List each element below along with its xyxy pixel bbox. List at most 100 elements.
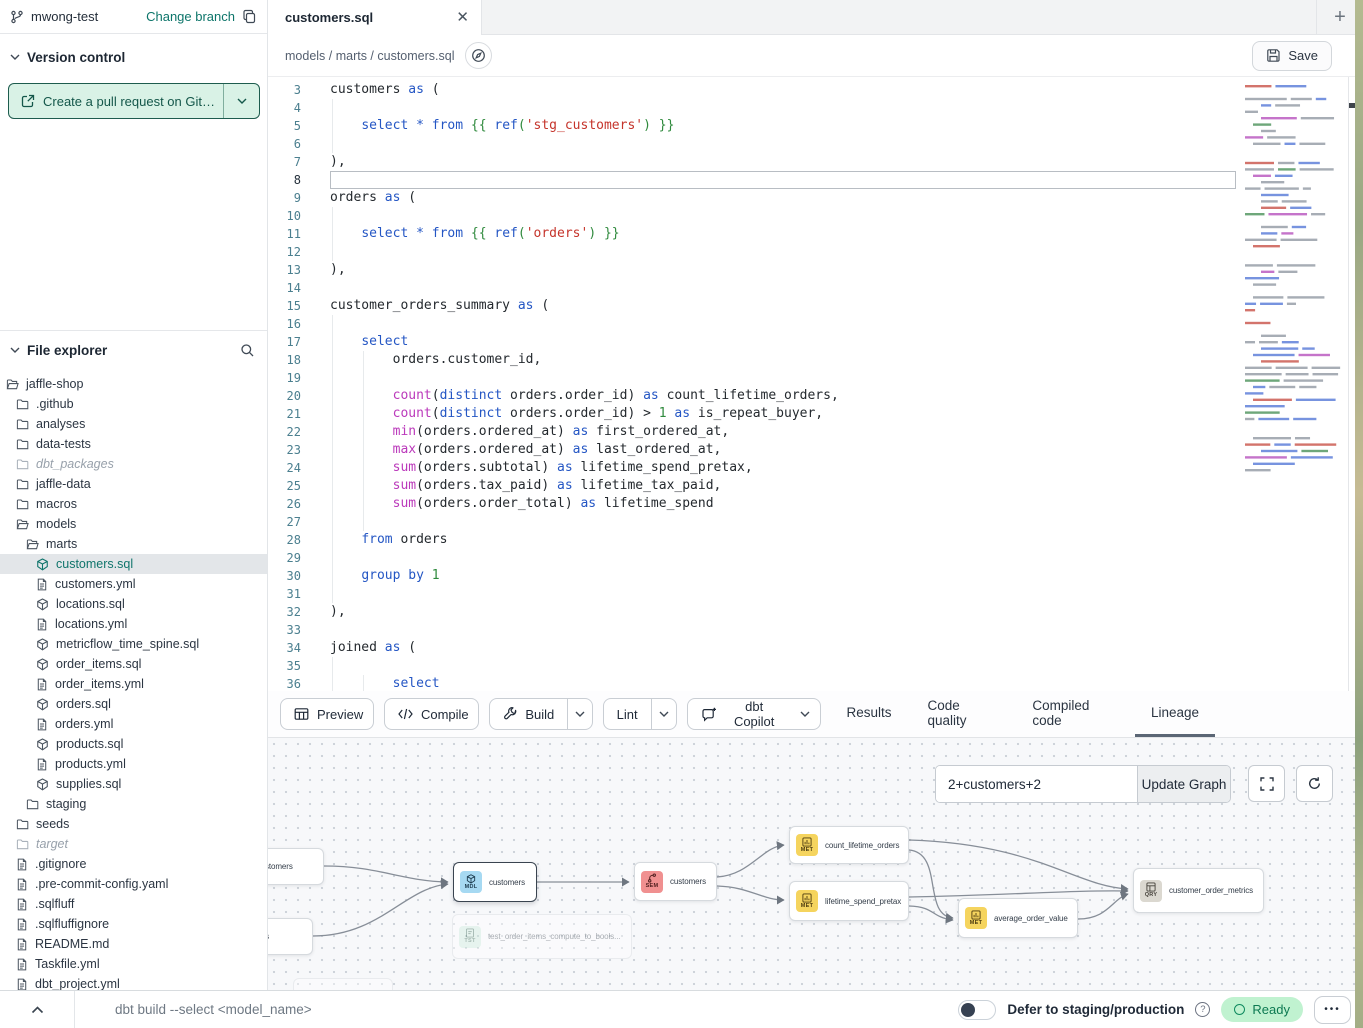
code-line[interactable]: 20 count(distinct orders.order_id) as co… — [268, 387, 1363, 405]
lineage-node-orders[interactable]: MDLorders — [268, 918, 313, 955]
file-tree-item[interactable]: .github — [0, 394, 267, 414]
file-tree-item[interactable]: metricflow_time_spine.sql — [0, 634, 267, 654]
build-dropdown[interactable] — [567, 699, 591, 729]
code-line[interactable]: 15customer_orders_summary as ( — [268, 297, 1363, 315]
code-line[interactable]: 27 — [268, 513, 1363, 531]
code-line[interactable]: 19 — [268, 369, 1363, 387]
code-line[interactable]: 16 — [268, 315, 1363, 333]
code-line[interactable]: 30 group by 1 — [268, 567, 1363, 585]
code-line[interactable]: 18 orders.customer_id, — [268, 351, 1363, 369]
compass-icon[interactable] — [465, 42, 492, 69]
code-line[interactable]: 29 — [268, 549, 1363, 567]
code-line[interactable]: 11 select * from {{ ref('orders') }} — [268, 225, 1363, 243]
file-tree-item[interactable]: locations.sql — [0, 594, 267, 614]
code-line[interactable]: 9orders as ( — [268, 189, 1363, 207]
compile-button[interactable]: Compile — [384, 698, 479, 730]
code-line[interactable]: 22 min(orders.ordered_at) as first_order… — [268, 423, 1363, 441]
file-tree-item[interactable]: dbt_packages — [0, 454, 267, 474]
file-tree-item[interactable]: .gitignore — [0, 854, 267, 874]
file-tree-item[interactable]: seeds — [0, 814, 267, 834]
lineage-node-lifetime_spend_pretax[interactable]: METlifetime_spend_pretax — [789, 881, 909, 921]
file-tree-item[interactable]: products.yml — [0, 754, 267, 774]
tab-customers-sql[interactable]: customers.sql ✕ — [268, 0, 482, 35]
file-tree-item[interactable]: orders.yml — [0, 714, 267, 734]
file-tree-item[interactable]: marts — [0, 534, 267, 554]
minimap[interactable] — [1243, 81, 1347, 581]
code-line[interactable]: 8 — [268, 171, 1363, 189]
code-line[interactable]: 23 max(orders.ordered_at) as last_ordere… — [268, 441, 1363, 459]
file-tree-item[interactable]: staging — [0, 794, 267, 814]
code-line[interactable]: 32), — [268, 603, 1363, 621]
create-pr-dropdown[interactable] — [223, 84, 259, 118]
panel-tab-results[interactable]: Results — [831, 691, 908, 737]
file-tree-item[interactable]: Taskfile.yml — [0, 954, 267, 974]
dbt-copilot-button[interactable]: dbt Copilot — [687, 698, 820, 730]
file-tree-item[interactable]: supplies.sql — [0, 774, 267, 794]
code-line[interactable]: 28 from orders — [268, 531, 1363, 549]
code-line[interactable]: 24 sum(orders.subtotal) as lifetime_spen… — [268, 459, 1363, 477]
file-tree-item[interactable]: analyses — [0, 414, 267, 434]
change-branch-link[interactable]: Change branch — [146, 9, 235, 24]
chevron-down-icon[interactable] — [10, 54, 20, 61]
file-tree-item[interactable]: jaffle-shop — [0, 374, 267, 394]
lineage-node-stg_customers[interactable]: MDLstg_customers — [268, 848, 324, 885]
code-line[interactable]: 10 — [268, 207, 1363, 225]
lineage-panel[interactable]: MDLstg_customersMDLordersMDLcustomersTST… — [268, 738, 1363, 990]
help-icon[interactable]: ? — [1195, 1002, 1210, 1017]
file-tree-item[interactable]: models — [0, 514, 267, 534]
file-tree-item[interactable]: README.md — [0, 934, 267, 954]
panel-tab-lineage[interactable]: Lineage — [1135, 691, 1215, 737]
file-tree-item[interactable]: .pre-commit-config.yaml — [0, 874, 267, 894]
code-line[interactable]: 6 — [268, 135, 1363, 153]
code-line[interactable]: 26 sum(orders.order_total) as lifetime_s… — [268, 495, 1363, 513]
lineage-node-count_lifetime_orders[interactable]: METcount_lifetime_orders — [789, 826, 909, 864]
file-tree-item[interactable]: macros — [0, 494, 267, 514]
copy-icon[interactable] — [242, 9, 257, 24]
refresh-icon[interactable] — [1296, 765, 1333, 802]
file-tree-item[interactable]: locations.yml — [0, 614, 267, 634]
code-line[interactable]: 13), — [268, 261, 1363, 279]
code-line[interactable]: 17 select — [268, 333, 1363, 351]
code-line[interactable]: 25 sum(orders.tax_paid) as lifetime_tax_… — [268, 477, 1363, 495]
command-input[interactable]: dbt build --select <model_name> — [115, 1002, 958, 1017]
copilot-dropdown[interactable] — [796, 699, 819, 729]
file-tree-item[interactable]: order_items.yml — [0, 674, 267, 694]
create-pr-button[interactable]: Create a pull request on Git… — [8, 83, 260, 119]
code-line[interactable]: 5 select * from {{ ref('stg_customers') … — [268, 117, 1363, 135]
code-line[interactable]: 33 — [268, 621, 1363, 639]
code-line[interactable]: 14 — [268, 279, 1363, 297]
file-tree-item[interactable]: customers.yml — [0, 574, 267, 594]
code-line[interactable]: 36 select — [268, 675, 1363, 691]
lineage-selector-input[interactable] — [936, 766, 1137, 802]
code-line[interactable]: 21 count(distinct orders.order_id) > 1 a… — [268, 405, 1363, 423]
save-button[interactable]: Save — [1252, 41, 1332, 71]
file-tree-item[interactable]: jaffle-data — [0, 474, 267, 494]
update-graph-button[interactable]: Update Graph — [1137, 766, 1230, 802]
code-line[interactable]: 7), — [268, 153, 1363, 171]
fullscreen-icon[interactable] — [1248, 765, 1285, 802]
more-options-button[interactable]: ••• — [1314, 996, 1351, 1024]
file-tree-item[interactable]: customers.sql — [0, 554, 267, 574]
lineage-node-average_order_value[interactable]: METaverage_order_value — [958, 898, 1078, 938]
file-tree-item[interactable]: products.sql — [0, 734, 267, 754]
build-button[interactable]: Build — [489, 698, 592, 730]
code-line[interactable]: 31 — [268, 585, 1363, 603]
file-tree-item[interactable]: orders.sql — [0, 694, 267, 714]
file-tree-item[interactable]: target — [0, 834, 267, 854]
panel-tab-compiled-code[interactable]: Compiled code — [1016, 691, 1131, 737]
code-line[interactable]: 12 — [268, 243, 1363, 261]
chevron-up-icon[interactable] — [0, 991, 75, 1028]
preview-button[interactable]: Preview — [280, 698, 374, 730]
lint-dropdown[interactable] — [651, 699, 676, 729]
close-icon[interactable]: ✕ — [456, 10, 469, 25]
code-line[interactable]: 35 — [268, 657, 1363, 675]
lineage-node-customer_order_metrics[interactable]: QRYcustomer_order_metrics — [1133, 868, 1264, 913]
defer-toggle[interactable] — [958, 1000, 996, 1020]
code-editor[interactable]: 23customers as (45 select * from {{ ref(… — [268, 77, 1363, 691]
lint-button[interactable]: Lint — [603, 698, 677, 730]
code-line[interactable]: 4 — [268, 99, 1363, 117]
file-tree-item[interactable]: data-tests — [0, 434, 267, 454]
code-line[interactable]: 3customers as ( — [268, 81, 1363, 99]
code-line[interactable]: 34joined as ( — [268, 639, 1363, 657]
chevron-down-icon[interactable] — [10, 347, 20, 354]
